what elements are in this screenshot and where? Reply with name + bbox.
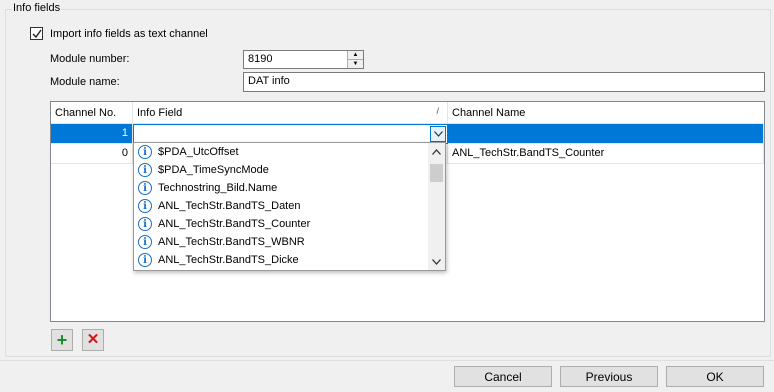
checkmark-icon xyxy=(32,29,42,38)
list-item-label: ANL_TechStr.BandTS_Dicke xyxy=(158,254,299,266)
info-icon: i xyxy=(138,235,152,249)
info-icon: i xyxy=(138,253,152,267)
spin-down-icon[interactable]: ▼ xyxy=(348,59,363,68)
info-icon: i xyxy=(138,199,152,213)
list-item[interactable]: i ANL_TechStr.BandTS_Counter xyxy=(134,215,445,233)
list-item[interactable]: i ANL_TechStr.BandTS_Dicke xyxy=(134,251,445,269)
module-number-value[interactable]: 8190 xyxy=(244,51,347,68)
list-item-label: Technostring_Bild.Name xyxy=(158,182,278,194)
list-item-label: ANL_TechStr.BandTS_Counter xyxy=(158,218,311,230)
plus-icon: + xyxy=(56,330,68,350)
info-icon: i xyxy=(138,163,152,177)
sort-indicator-icon: / xyxy=(436,106,439,116)
list-item-label: ANL_TechStr.BandTS_WBNR xyxy=(158,236,305,248)
grid-header: Channel No. Info Field / Channel Name xyxy=(51,102,764,124)
delete-row-button[interactable]: ✕ xyxy=(82,329,104,351)
dropdown-scrollbar[interactable] xyxy=(428,143,445,270)
spin-up-icon[interactable]: ▲ xyxy=(348,51,363,59)
info-icon: i xyxy=(138,181,152,195)
column-header-channel-name[interactable]: Channel Name xyxy=(448,102,764,123)
ok-button[interactable]: OK xyxy=(666,366,764,387)
list-item-label: $PDA_TimeSyncMode xyxy=(158,164,269,176)
module-name-label: Module name: xyxy=(50,76,120,88)
list-item[interactable]: i Technostring_Bild.Name xyxy=(134,179,445,197)
import-checkbox[interactable] xyxy=(30,27,43,40)
list-item-label: ANL_TechStr.BandTS_Daten xyxy=(158,200,301,212)
group-title: Info fields xyxy=(12,2,62,14)
list-item-label: $PDA_UtcOffset xyxy=(158,146,239,158)
info-icon: i xyxy=(138,145,152,159)
cell-channel-no[interactable]: 1 xyxy=(51,124,133,143)
import-checkbox-label: Import info fields as text channel xyxy=(50,27,208,40)
import-checkbox-row[interactable]: Import info fields as text channel xyxy=(30,27,208,40)
previous-button[interactable]: Previous xyxy=(560,366,658,387)
chevron-down-icon[interactable] xyxy=(430,126,446,142)
module-number-stepper[interactable]: 8190 ▲ ▼ xyxy=(243,50,364,69)
cell-channel-no[interactable]: 0 xyxy=(51,144,133,163)
column-header-info-field[interactable]: Info Field / xyxy=(133,102,448,123)
cell-channel-name[interactable] xyxy=(448,124,764,143)
add-row-button[interactable]: + xyxy=(51,329,73,351)
info-field-combo[interactable] xyxy=(133,124,448,144)
list-item[interactable]: i $PDA_UtcOffset xyxy=(134,143,445,161)
module-name-field[interactable]: DAT info xyxy=(243,72,765,92)
scroll-up-icon[interactable] xyxy=(428,143,445,160)
scrollbar-thumb[interactable] xyxy=(430,164,443,182)
list-item[interactable]: i $PDA_TimeSyncMode xyxy=(134,161,445,179)
column-header-info-field-label: Info Field xyxy=(137,107,183,119)
module-number-label: Module number: xyxy=(50,53,130,65)
info-icon: i xyxy=(138,217,152,231)
column-header-channel-no[interactable]: Channel No. xyxy=(51,102,133,123)
list-item[interactable]: i ANL_TechStr.BandTS_WBNR xyxy=(134,233,445,251)
table-row[interactable]: 1 xyxy=(51,124,764,144)
cell-channel-name[interactable]: ANL_TechStr.BandTS_Counter xyxy=(448,144,764,163)
cancel-button[interactable]: Cancel xyxy=(454,366,552,387)
info-field-dropdown-list[interactable]: i $PDA_UtcOffset i $PDA_TimeSyncMode i Tech… xyxy=(133,142,446,271)
list-item[interactable]: i ANL_TechStr.BandTS_Daten xyxy=(134,197,445,215)
delete-icon: ✕ xyxy=(86,331,100,348)
scroll-down-icon[interactable] xyxy=(428,253,445,270)
